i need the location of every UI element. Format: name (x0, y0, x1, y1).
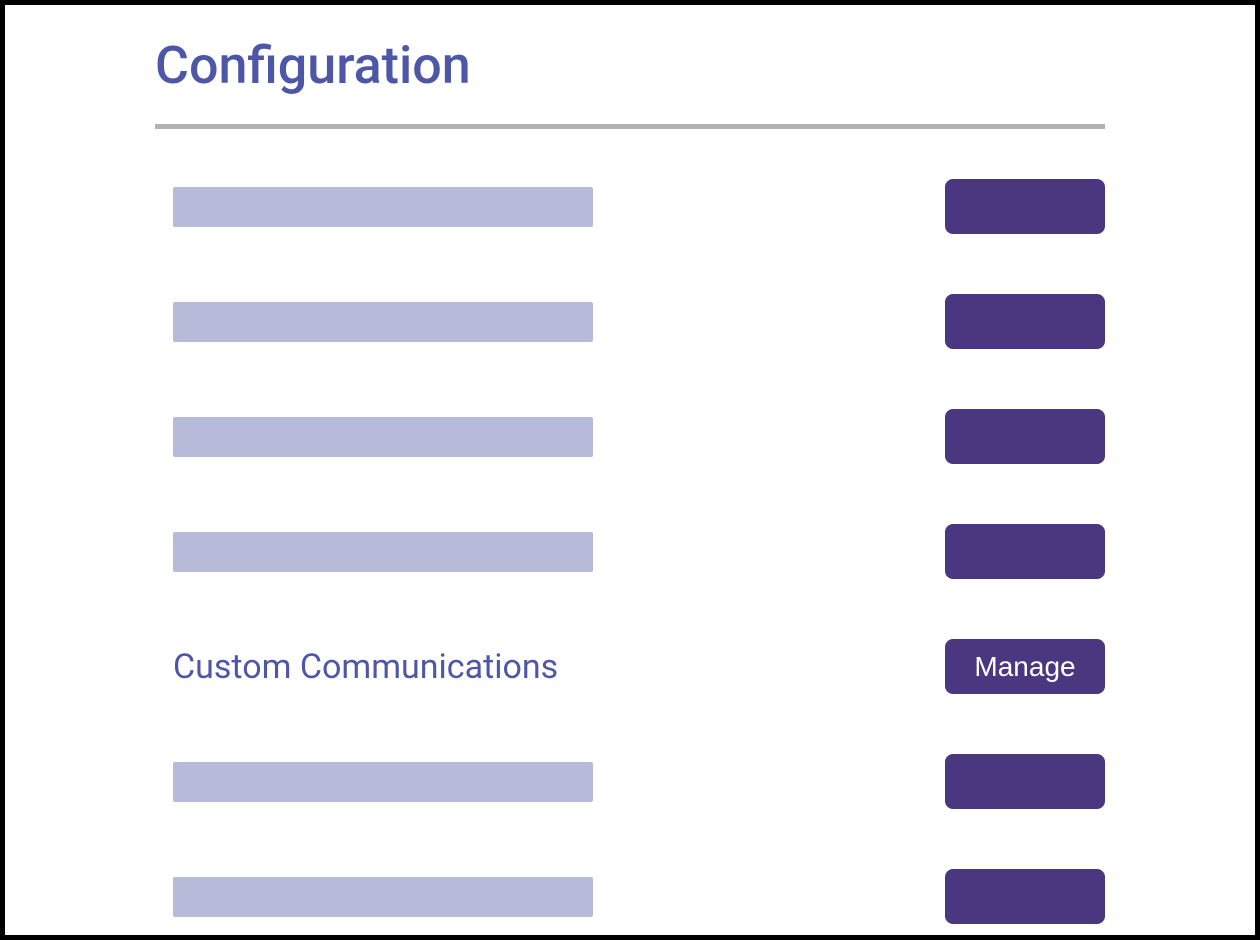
config-action-button[interactable] (945, 869, 1105, 924)
row-label-placeholder (173, 877, 593, 917)
config-list: Custom Communications Manage (155, 179, 1105, 924)
config-row (173, 754, 1105, 809)
config-row-custom-communications: Custom Communications Manage (173, 639, 1105, 694)
config-row (173, 869, 1105, 924)
config-action-button[interactable] (945, 179, 1105, 234)
config-row (173, 294, 1105, 349)
page-title: Configuration (155, 35, 1105, 96)
config-row (173, 524, 1105, 579)
config-row (173, 179, 1105, 234)
divider (155, 124, 1105, 129)
row-label-placeholder (173, 417, 593, 457)
row-label-placeholder (173, 762, 593, 802)
row-label: Custom Communications (173, 647, 558, 687)
manage-button[interactable]: Manage (945, 639, 1105, 694)
config-row (173, 409, 1105, 464)
config-action-button[interactable] (945, 294, 1105, 349)
config-action-button[interactable] (945, 524, 1105, 579)
config-action-button[interactable] (945, 409, 1105, 464)
row-label-placeholder (173, 187, 593, 227)
config-action-button[interactable] (945, 754, 1105, 809)
row-label-placeholder (173, 532, 593, 572)
row-label-placeholder (173, 302, 593, 342)
